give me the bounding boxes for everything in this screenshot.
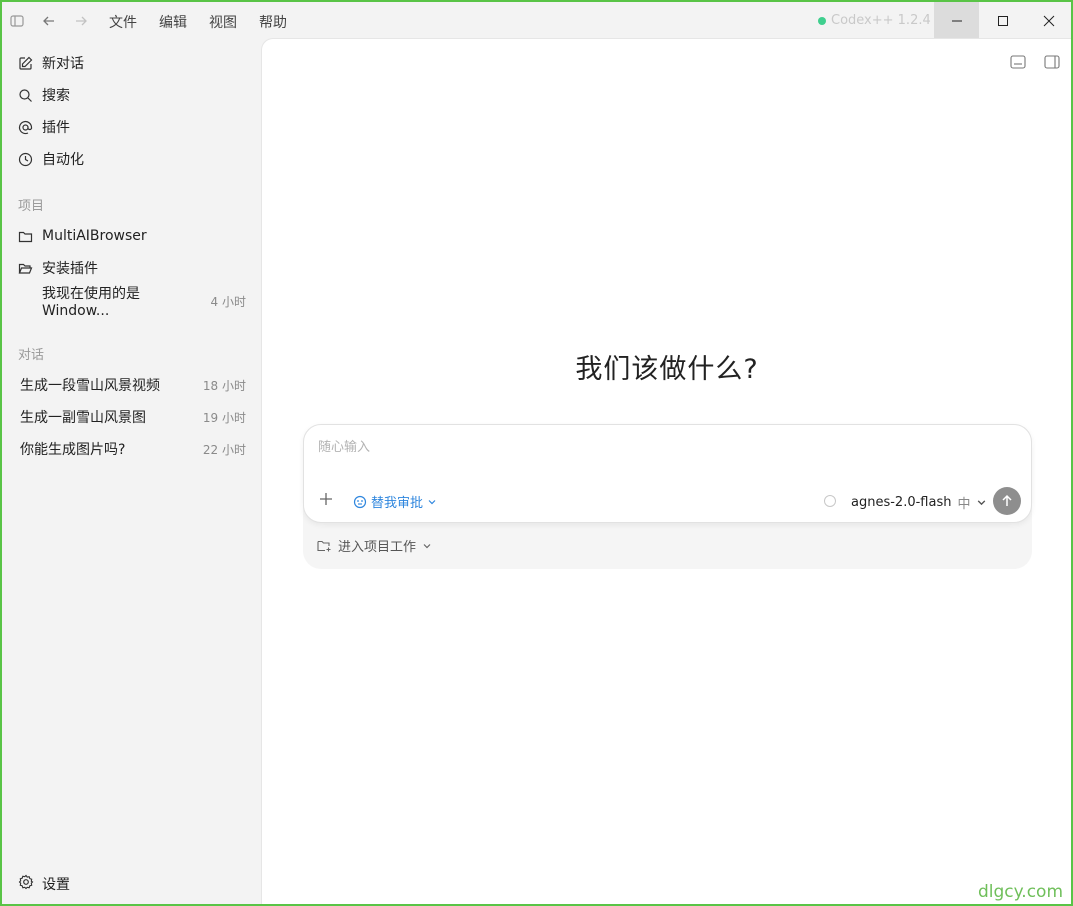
context-indicator-icon — [824, 495, 836, 507]
page-title: 我们该做什么? — [575, 354, 759, 385]
sidebar-item-automation[interactable]: 自动化 — [16, 146, 84, 172]
thread-title: 我现在使用的是 Window... — [42, 286, 140, 319]
sidebar-item-label: 自动化 — [42, 152, 84, 168]
edit-icon — [16, 54, 34, 72]
clock-icon — [16, 150, 34, 168]
conversation-item[interactable]: 你能生成图片吗? 22 小时 — [20, 437, 246, 461]
close-icon — [1043, 15, 1054, 27]
project-thread-item[interactable]: 我现在使用的是 Window... 4 小时 — [42, 286, 246, 319]
model-name: agnes-2.0-flash — [851, 495, 952, 510]
app-version-label: Codex++ 1.2.4 — [831, 13, 931, 28]
sidebar-toggle-icon[interactable] — [6, 10, 28, 32]
sidebar: 新对话 搜索 插件 自动化 项目 MultiAIBrowser 安装插件 我现在… — [2, 40, 260, 904]
conversation-item[interactable]: 生成一副雪山风景图 19 小时 — [20, 405, 246, 429]
project-item-multiaibrowser[interactable]: MultiAIBrowser — [16, 223, 147, 249]
gear-icon — [18, 874, 34, 894]
thread-time: 4 小时 — [210, 294, 246, 309]
approval-mode-dropdown[interactable]: 替我审批 — [353, 492, 437, 511]
minimize-icon — [951, 20, 962, 22]
message-input[interactable] — [316, 439, 1010, 456]
sidebar-item-label: 插件 — [42, 120, 70, 136]
composer: 替我审批 agnes-2.0-flash 中 — [303, 424, 1032, 523]
project-label: 安装插件 — [42, 261, 98, 277]
reasoning-level: 中 — [957, 497, 971, 512]
close-button[interactable] — [1026, 2, 1071, 40]
search-icon — [16, 86, 34, 104]
conversations-heading: 对话 — [18, 348, 45, 363]
menu-help[interactable]: 帮助 — [259, 12, 287, 32]
chevron-down-icon — [978, 500, 986, 506]
enter-project-button[interactable]: 进入项目工作 — [317, 536, 432, 555]
send-button[interactable] — [993, 487, 1021, 515]
main-toolbar — [1010, 54, 1060, 73]
sidebar-item-plugins[interactable]: 插件 — [16, 114, 70, 140]
conversation-time: 19 小时 — [202, 410, 246, 425]
main-panel: 我们该做什么? 替我审批 agnes-2.0-flash 中 — [261, 38, 1071, 904]
sidebar-item-new-chat[interactable]: 新对话 — [16, 50, 84, 76]
model-selector[interactable]: agnes-2.0-flash 中 — [851, 493, 987, 512]
conversation-time: 22 小时 — [202, 442, 246, 457]
app-version: Codex++ 1.2.4 — [818, 13, 931, 28]
approval-mode-label: 替我审批 — [371, 496, 424, 511]
conversation-time: 18 小时 — [202, 378, 246, 393]
project-item-install-plugin[interactable]: 安装插件 — [16, 255, 98, 281]
conversation-title: 生成一段雪山风景视频 — [20, 378, 160, 394]
folder-open-icon — [16, 259, 34, 277]
app-window: 文件 编辑 视图 帮助 Codex++ 1.2.4 新对话 搜索 插件 自动化 … — [0, 0, 1073, 906]
status-dot-icon — [818, 16, 826, 25]
arrow-up-icon — [1002, 494, 1012, 506]
sidebar-item-label: 搜索 — [42, 88, 70, 104]
menu-bar: 文件 编辑 视图 帮助 — [109, 12, 287, 32]
menu-file[interactable]: 文件 — [109, 12, 137, 32]
conversation-title: 你能生成图片吗? — [20, 442, 126, 458]
maximize-icon — [997, 16, 1008, 26]
settings-button[interactable]: 设置 — [18, 872, 70, 896]
menu-view[interactable]: 视图 — [209, 12, 237, 32]
chevron-down-icon — [428, 499, 436, 504]
project-label: MultiAIBrowser — [42, 228, 147, 244]
at-icon — [16, 118, 34, 136]
conversation-item[interactable]: 生成一段雪山风景视频 18 小时 — [20, 373, 246, 397]
chevron-down-icon — [423, 543, 431, 548]
enter-project-label: 进入项目工作 — [338, 540, 417, 555]
robot-face-icon — [353, 495, 367, 508]
menu-edit[interactable]: 编辑 — [159, 12, 187, 32]
terminal-panel-icon[interactable] — [1010, 54, 1026, 73]
conversation-title: 生成一副雪山风景图 — [20, 410, 146, 426]
side-panel-icon[interactable] — [1044, 54, 1060, 73]
plus-icon — [320, 493, 332, 505]
title-bar: 文件 编辑 视图 帮助 Codex++ 1.2.4 — [2, 2, 1071, 40]
projects-heading: 项目 — [18, 199, 45, 214]
back-arrow-icon[interactable] — [38, 10, 60, 32]
add-attachment-button[interactable] — [318, 490, 334, 510]
forward-arrow-icon[interactable] — [70, 10, 92, 32]
minimize-button[interactable] — [934, 2, 979, 40]
sidebar-item-search[interactable]: 搜索 — [16, 82, 70, 108]
maximize-button[interactable] — [980, 2, 1025, 40]
folder-plus-icon — [317, 540, 331, 551]
composer-area: 替我审批 agnes-2.0-flash 中 进入项目工作 — [303, 424, 1032, 569]
folder-icon — [16, 227, 34, 245]
settings-label: 设置 — [42, 877, 70, 893]
sidebar-item-label: 新对话 — [42, 56, 84, 72]
watermark: dlgcy.com — [978, 882, 1063, 902]
